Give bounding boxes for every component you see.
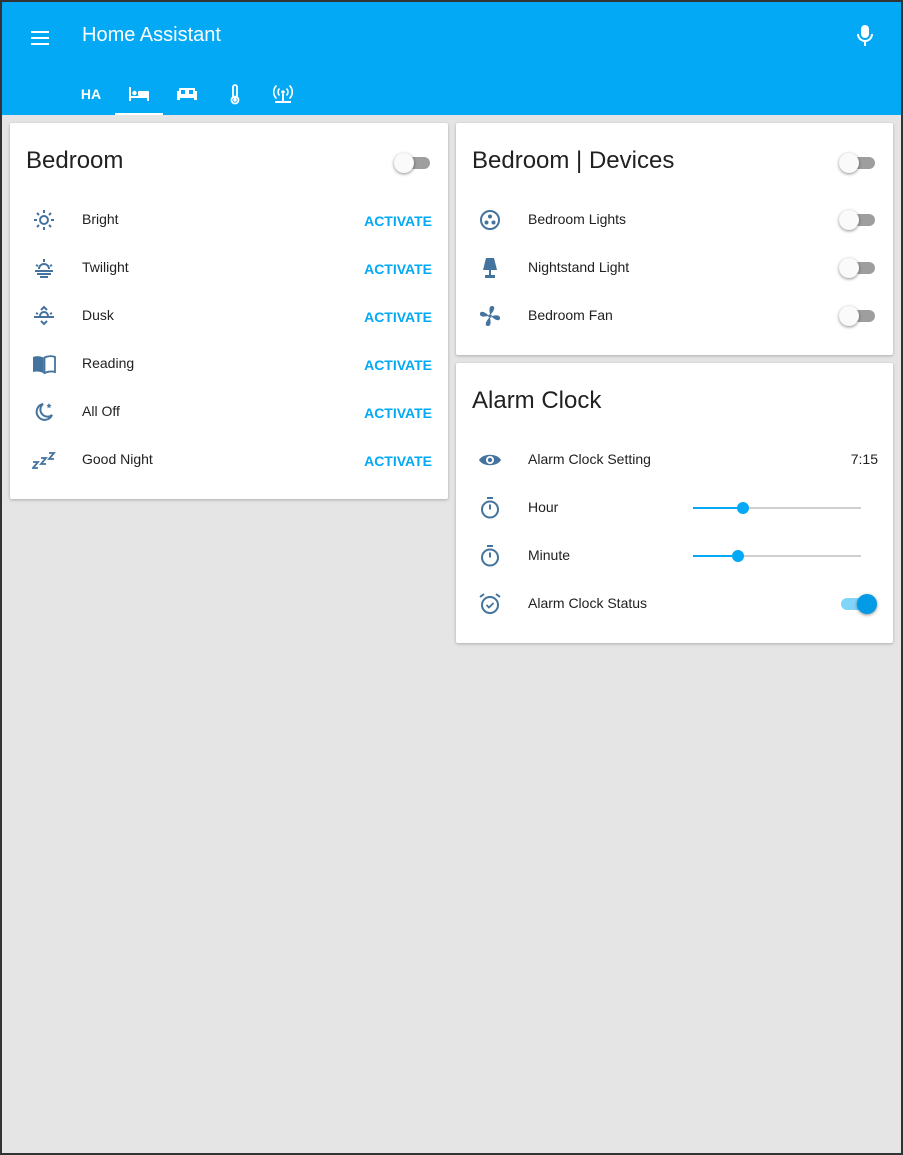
weather-sunset-icon [35,259,53,278]
toggle-knob [839,153,859,173]
scene-label: Bright [82,211,119,227]
menu-button[interactable] [24,24,56,52]
hour-label: Hour [528,499,559,515]
device-label: Bedroom Fan [528,307,613,323]
bedroom-card: Bedroom Bright ACTIVATE Twilight ACTIVAT… [10,123,448,499]
activate-bright-button[interactable]: ACTIVATE [364,213,432,229]
device-row: Bedroom Lights [456,196,893,244]
scene-label: Dusk [82,307,114,323]
menu-line [31,43,49,45]
lightbulb-group-icon [480,210,500,230]
bedroom-fan-toggle[interactable] [839,304,877,328]
minute-row: Minute [456,532,893,580]
minute-label: Minute [528,547,571,563]
devices-master-toggle[interactable] [839,151,877,175]
scene-row: Bright ACTIVATE [10,196,448,244]
book-open-icon [33,355,56,375]
tab-ha[interactable]: HA [67,72,115,115]
device-row: Nightstand Light [456,244,893,292]
timer-icon [481,497,499,519]
alarm-status-row: Alarm Clock Status [456,580,893,628]
weather-night-icon [35,403,53,421]
scene-row: Dusk ACTIVATE [10,292,448,340]
bed-icon [129,86,149,101]
alarm-check-icon [479,593,501,614]
nightstand-light-toggle[interactable] [839,256,877,280]
hour-row: Hour [456,484,893,532]
minute-slider[interactable] [693,550,861,562]
bedroom-lights-toggle[interactable] [839,208,877,232]
access-point-icon [272,84,294,103]
alarm-status-toggle[interactable] [839,592,877,616]
menu-line [31,37,49,39]
device-label: Nightstand Light [528,259,630,275]
weather-sunset-down-icon [34,305,54,326]
sofa-icon [177,87,197,100]
app-header: Home Assistant HA [2,2,901,115]
toggle-knob [857,594,877,614]
activate-twilight-button[interactable]: ACTIVATE [364,261,432,277]
alarm-status-label: Alarm Clock Status [528,595,648,611]
hour-slider[interactable] [693,502,861,514]
scene-label: Twilight [82,259,129,275]
toggle-knob [839,306,859,326]
app-title: Home Assistant [82,24,221,46]
tab-living-room[interactable] [163,72,211,115]
alarm-setting-value: 7:15 [850,451,878,467]
microphone-icon[interactable] [853,22,877,50]
eye-icon [479,454,501,466]
sleep-icon [32,452,56,469]
scene-label: Good Night [82,451,153,467]
tab-ha-label: HA [80,85,102,102]
alarm-clock-card: Alarm Clock Alarm Clock Setting 7:15 Hou… [456,363,893,643]
bedroom-master-toggle[interactable] [394,151,432,175]
tab-climate[interactable] [211,72,259,115]
scene-row: All Off ACTIVATE [10,388,448,436]
lamp-icon [483,258,497,278]
scene-row: Good Night ACTIVATE [10,436,448,484]
thermometer-icon [230,83,240,104]
tab-bedroom[interactable] [115,72,163,115]
activate-dusk-button[interactable]: ACTIVATE [364,309,432,325]
timer-icon [481,545,499,567]
bedroom-title: Bedroom [26,147,124,174]
alarm-clock-title: Alarm Clock [472,387,602,414]
slider-fill [693,507,744,509]
devices-card: Bedroom | Devices Bedroom Lights Nightst… [456,123,893,355]
slider-thumb[interactable] [737,502,750,514]
alarm-setting-row[interactable]: Alarm Clock Setting 7:15 [456,436,893,484]
activate-good-night-button[interactable]: ACTIVATE [364,453,432,469]
menu-line [31,31,49,33]
toggle-knob [394,153,414,173]
activate-all-off-button[interactable]: ACTIVATE [364,405,432,421]
tab-network[interactable] [259,72,307,115]
device-row: Bedroom Fan [456,292,893,340]
fan-icon [480,306,500,326]
toggle-knob [839,258,859,278]
scene-label: All Off [82,403,120,419]
device-label: Bedroom Lights [528,211,627,227]
scene-row: Twilight ACTIVATE [10,244,448,292]
scene-row: Reading ACTIVATE [10,340,448,388]
scene-label: Reading [82,355,135,371]
toggle-knob [839,210,859,230]
view-tabs: HA [67,72,307,115]
devices-title: Bedroom | Devices [472,147,675,174]
activate-reading-button[interactable]: ACTIVATE [364,357,432,373]
slider-thumb[interactable] [732,550,745,562]
brightness-icon [34,210,54,230]
alarm-setting-label: Alarm Clock Setting [528,451,651,467]
